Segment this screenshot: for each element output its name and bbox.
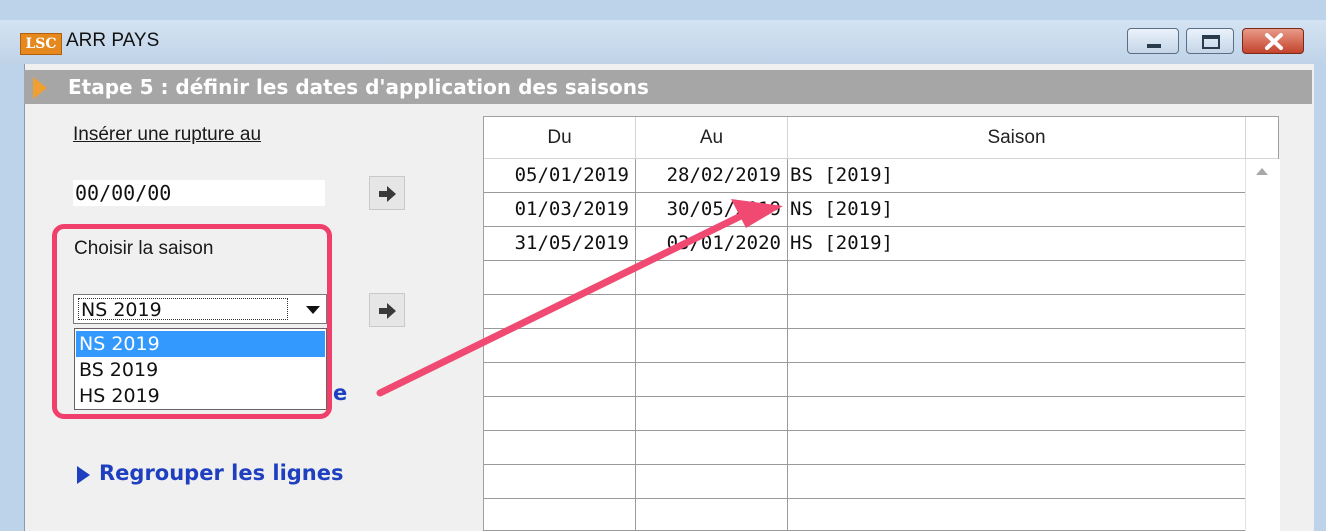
maximize-icon — [1202, 35, 1220, 49]
cell-du[interactable] — [484, 397, 636, 431]
arrow-right-icon — [379, 303, 396, 319]
cell-du[interactable] — [484, 431, 636, 465]
close-icon — [1265, 33, 1283, 50]
table-row-empty[interactable] — [484, 363, 1246, 397]
minimize-button[interactable] — [1127, 28, 1179, 54]
cell-du[interactable] — [484, 465, 636, 499]
cell-au[interactable] — [636, 261, 788, 295]
regroup-lines-label: Regrouper les lignes — [99, 461, 344, 485]
cell-saison[interactable] — [788, 363, 1246, 397]
table-row[interactable]: 31/05/2019 03/01/2020 HS [2019] — [484, 227, 1246, 261]
window-title: ARR PAYS — [66, 30, 160, 51]
cell-saison[interactable]: BS [2019] — [788, 159, 1246, 193]
cell-au[interactable]: 30/05/2019 — [636, 193, 788, 227]
app-window: LSC ARR PAYS Etape 5 : définir les dates… — [0, 0, 1326, 531]
table-row-empty[interactable] — [484, 295, 1246, 329]
cell-au[interactable]: 28/02/2019 — [636, 159, 788, 193]
break-date-input[interactable]: 00/00/00 — [73, 180, 325, 206]
table-row[interactable]: 01/03/2019 30/05/2019 NS [2019] — [484, 193, 1246, 227]
cell-du[interactable]: 31/05/2019 — [484, 227, 636, 261]
cell-au[interactable] — [636, 431, 788, 465]
table-row-empty[interactable] — [484, 431, 1246, 465]
cell-saison[interactable] — [788, 261, 1246, 295]
highlight-box — [52, 224, 332, 419]
cell-du[interactable]: 01/03/2019 — [484, 193, 636, 227]
vertical-scrollbar[interactable] — [1245, 159, 1280, 531]
column-header-spacer — [1246, 117, 1278, 159]
close-button[interactable] — [1242, 28, 1304, 54]
triangle-right-icon — [77, 466, 90, 484]
cell-au[interactable] — [636, 363, 788, 397]
column-header-du[interactable]: Du — [484, 117, 636, 159]
table-row[interactable]: 05/01/2019 28/02/2019 BS [2019] — [484, 159, 1246, 193]
column-header-saison[interactable]: Saison — [788, 117, 1246, 159]
table-row-empty[interactable] — [484, 397, 1246, 431]
step-arrow-icon — [33, 77, 47, 99]
cell-saison[interactable] — [788, 465, 1246, 499]
maximize-button[interactable] — [1186, 28, 1234, 54]
cell-au[interactable] — [636, 295, 788, 329]
season-dates-table: Du Au Saison 05/01/2019 28/02/2019 BS [2… — [483, 116, 1280, 531]
cell-du[interactable] — [484, 329, 636, 363]
apply-season-button[interactable] — [369, 293, 405, 327]
cell-au[interactable] — [636, 499, 788, 531]
table-row-empty[interactable] — [484, 465, 1246, 499]
table-row-empty[interactable] — [484, 261, 1246, 295]
cell-au[interactable]: 03/01/2020 — [636, 227, 788, 261]
cell-au[interactable] — [636, 329, 788, 363]
table-row-empty[interactable] — [484, 499, 1246, 531]
cell-au[interactable] — [636, 465, 788, 499]
cell-saison[interactable] — [788, 499, 1246, 531]
cell-du[interactable]: 05/01/2019 — [484, 159, 636, 193]
cell-saison[interactable] — [788, 329, 1246, 363]
table-row-empty[interactable] — [484, 329, 1246, 363]
cell-saison[interactable]: HS [2019] — [788, 227, 1246, 261]
cell-saison[interactable] — [788, 397, 1246, 431]
cell-au[interactable] — [636, 397, 788, 431]
cell-saison[interactable] — [788, 431, 1246, 465]
scroll-up-icon[interactable] — [1256, 167, 1268, 175]
step-title: Etape 5 : définir les dates d'applicatio… — [68, 75, 649, 99]
minimize-icon — [1147, 44, 1161, 48]
cell-du[interactable] — [484, 363, 636, 397]
arrow-right-icon — [379, 186, 396, 202]
app-logo: LSC — [20, 33, 62, 55]
insert-break-button[interactable] — [369, 176, 405, 210]
cell-saison[interactable] — [788, 295, 1246, 329]
cell-du[interactable] — [484, 295, 636, 329]
cell-saison[interactable]: NS [2019] — [788, 193, 1246, 227]
cell-du[interactable] — [484, 261, 636, 295]
column-header-au[interactable]: Au — [636, 117, 788, 159]
insert-break-label: Insérer une rupture au — [73, 124, 262, 145]
cell-du[interactable] — [484, 499, 636, 531]
obscured-link-text[interactable]: e — [333, 381, 347, 405]
